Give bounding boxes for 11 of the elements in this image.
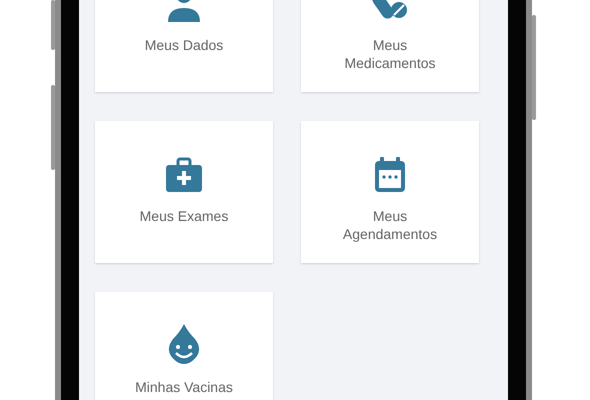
medical-kit-icon — [164, 155, 204, 195]
menu-label: Meus Exames — [140, 207, 228, 225]
menu-card[interactable]: Minhas Vacinas — [95, 292, 273, 400]
menu-card[interactable]: Meus Medicamentos — [301, 0, 479, 92]
menu-label: Meus Agendamentos — [342, 207, 438, 243]
menu-card[interactable]: Meus Dados — [95, 0, 273, 92]
menu-label: Minhas Vacinas — [135, 378, 233, 396]
menu-label: Meus Medicamentos — [344, 36, 436, 72]
menu-label: Meus Dados — [144, 36, 224, 54]
menu-card[interactable]: Meus Exames — [95, 121, 273, 263]
menu-card[interactable]: Meus Agendamentos — [301, 121, 479, 263]
